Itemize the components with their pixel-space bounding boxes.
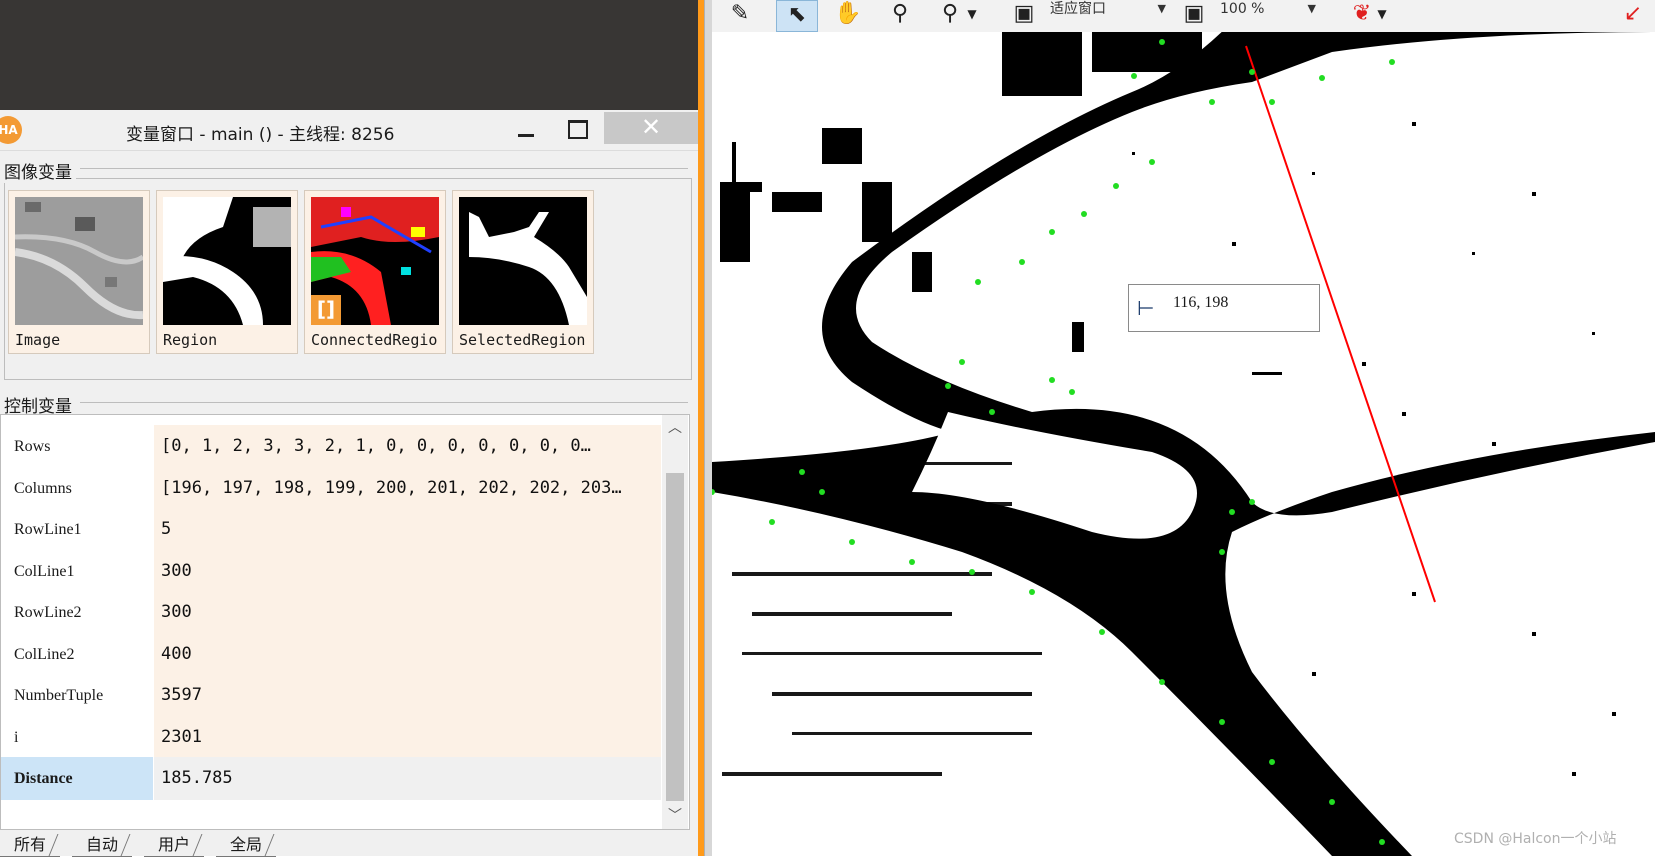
pixel-coordinates: 116, 198 [1173,294,1229,311]
segmented-region-display [712,32,1655,856]
control-variable-row[interactable]: ColLine1 300 [1,549,661,593]
zoom-percent-combo[interactable]: 100 % ▼ [1220,0,1320,30]
variable-scope-tabs: 所有 自动 用户 全局 [0,832,698,857]
vertical-scrollbar[interactable]: ︿ ﹀ [662,415,688,829]
halcon-app-icon: HA [0,116,22,144]
thumb-label: Image [15,331,61,349]
variable-value: 2301 [154,715,661,759]
close-button[interactable]: ✕ [604,112,698,144]
zoom-fit-label: 适应窗口 [1050,1,1106,17]
scroll-up-icon[interactable]: ︿ [662,415,688,441]
variable-name: ColLine1 [1,549,153,593]
thumb-label: SelectedRegion [459,331,586,349]
variable-value: 400 [154,632,661,676]
chevron-down-icon: ▼ [1307,2,1316,15]
variable-value: [196, 197, 198, 199, 200, 201, 202, 202,… [154,466,661,510]
variable-value: 300 [154,591,661,634]
zoom-percent-label: 100 % [1220,1,1265,17]
variable-name: NumberTuple [1,674,153,717]
connected-region-variable-thumb[interactable]: [] ConnectedRegio [304,190,446,354]
array-badge-icon: [] [311,295,341,325]
scroll-thumb[interactable] [666,473,684,801]
control-variable-row[interactable]: Columns [196, 197, 198, 199, 200, 201, 20… [1,466,661,510]
zoom-icon[interactable]: ⚲ [880,0,920,30]
variable-name: ColLine2 [1,632,153,676]
image-variables-label: 图像变量 [4,158,76,183]
window-title: 变量窗口 - main () - 主线程: 8256 [126,125,395,145]
variable-value: 185.785 [154,757,661,800]
close-icon: ✕ [640,113,662,141]
tab-global[interactable]: 全局 [216,832,277,857]
graphics-window[interactable] [712,32,1655,856]
chevron-down-icon[interactable]: ▼ [1372,0,1392,30]
divider [80,168,688,169]
fit-window-icon[interactable]: ▣ [1004,0,1044,30]
watermark: CSDN @Halcon一个小站 [1454,831,1617,847]
hand-pan-icon[interactable]: ✋ [828,0,868,30]
chevron-down-icon: ▼ [1157,2,1166,15]
variable-value: [0, 1, 2, 3, 3, 2, 1, 0, 0, 0, 0, 0, 0, … [154,425,661,468]
background-panel [0,0,698,110]
control-variable-row[interactable]: RowLine2 300 [1,591,661,634]
control-variable-row[interactable]: i 2301 [1,715,661,759]
thumb-label: Region [163,331,218,349]
control-variable-row[interactable]: ColLine2 400 [1,632,661,676]
control-variable-row[interactable]: Rows [0, 1, 2, 3, 3, 2, 1, 0, 0, 0, 0, 0,… [1,425,661,468]
selected-region-variable-thumb[interactable]: SelectedRegion [452,190,594,354]
minimize-button[interactable] [508,116,556,144]
variable-value: 3597 [154,674,661,717]
thumb-label: ConnectedRegio [311,331,438,349]
control-variable-row[interactable]: Distance 185.785 [1,757,661,800]
variable-value: 300 [154,549,661,593]
resize-arrow-icon[interactable]: ↙ [1618,0,1648,30]
control-variables-table: Rows [0, 1, 2, 3, 3, 2, 1, 0, 0, 0, 0, 0,… [0,414,690,830]
variable-name: Columns [1,466,153,510]
selected-region-image-icon [459,197,587,325]
variable-name: RowLine2 [1,591,153,634]
control-variable-row[interactable]: NumberTuple 3597 [1,674,661,717]
tab-user[interactable]: 用户 [144,832,205,857]
binary-region-image-icon [163,197,291,325]
zoom-100-icon[interactable]: ▣ [1174,0,1214,30]
pointer-tool-icon[interactable]: ⬉ [776,0,818,32]
divider [80,402,688,403]
scroll-down-icon[interactable]: ﹀ [662,803,688,829]
variable-name: i [1,715,153,759]
chevron-down-icon[interactable]: ▼ [962,0,982,30]
variable-window: HA 变量窗口 - main () - 主线程: 8256 ✕ 图像变量 Ima… [0,110,698,857]
tab-all[interactable]: 所有 [0,832,61,857]
region-variable-thumb[interactable]: Region [156,190,298,354]
row-column-icon: ⊢ [1137,296,1155,320]
tab-auto[interactable]: 自动 [72,832,133,857]
grayscale-aerial-image-icon [15,197,143,325]
variable-name: RowLine1 [1,508,153,551]
pixel-info-tooltip: ⊢ 116, 198 [1128,284,1320,332]
variable-name: Rows [1,425,153,468]
variable-name: Distance [1,757,153,800]
maximize-button[interactable] [556,116,604,144]
control-variable-row[interactable]: RowLine1 5 [1,508,661,551]
variable-value: 5 [154,508,661,551]
window-titlebar: HA 变量窗口 - main () - 主线程: 8256 ✕ [0,110,698,151]
graphics-toolbar: ✎ ⬉ ✋ ⚲ ⚲ ▼ ▣ 适应窗口 ▼ ▣ 100 % ▼ ❦ ▼ ↙ [712,0,1655,33]
image-variable-thumb[interactable]: Image [8,190,150,354]
zoom-fit-combo[interactable]: 适应窗口 ▼ [1050,0,1170,30]
pencil-tool-icon[interactable]: ✎ [720,0,760,30]
